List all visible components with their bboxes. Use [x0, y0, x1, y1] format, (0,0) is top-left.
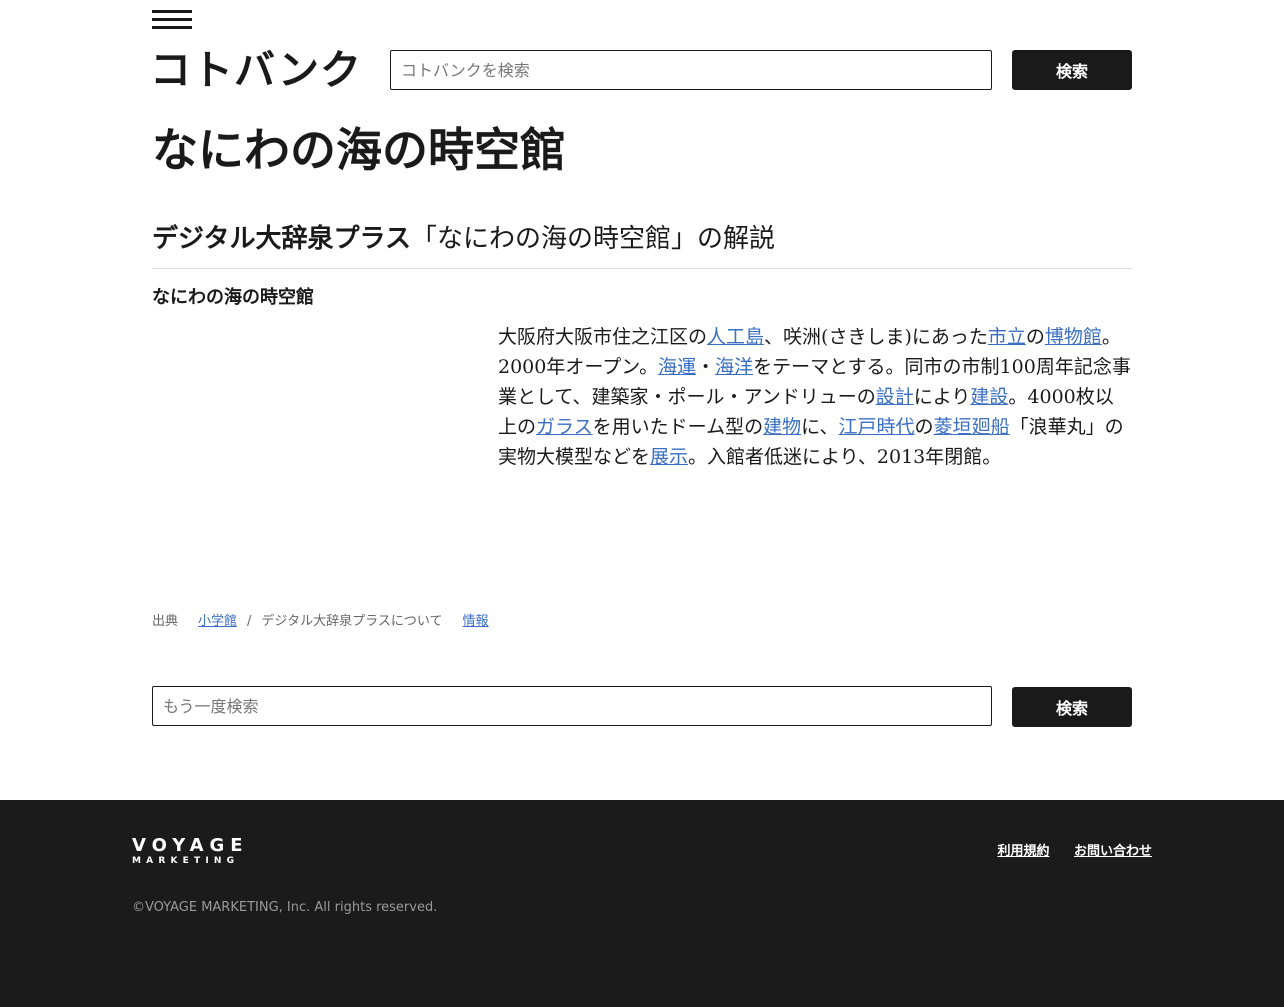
entry-term-link[interactable]: 海運 [658, 356, 696, 378]
info-link[interactable]: 情報 [463, 614, 489, 629]
source-separator: / [247, 614, 252, 629]
hamburger-line [152, 26, 192, 29]
entry-text: により [913, 386, 971, 408]
publisher-link[interactable]: 小学館 [198, 614, 237, 629]
entry-term-link[interactable]: 市立 [988, 326, 1026, 348]
source-credit: 出典 小学館 / デジタル大辞泉プラスについて 情報 [152, 612, 489, 632]
contact-link[interactable]: お問い合わせ [1074, 844, 1152, 859]
entry-text: ・ [696, 356, 716, 378]
hamburger-line [152, 10, 192, 13]
entry-text: を用いたドーム型の [592, 416, 764, 438]
hamburger-menu-icon[interactable] [152, 10, 192, 30]
terms-link[interactable]: 利用規約 [997, 844, 1049, 859]
entry-term-link[interactable]: 博物館 [1045, 326, 1102, 348]
hamburger-line [152, 18, 192, 21]
entry-text: 、咲洲(さきしま)にあった [764, 326, 988, 348]
entry-term-link[interactable]: 人工島 [707, 326, 764, 348]
entry-text: 。入館者低迷により、2013年閉館。 [688, 446, 1002, 468]
dictionary-about-text: デジタル大辞泉プラスについて [261, 614, 443, 629]
footer-logo-line1: VOYAGE [132, 835, 249, 856]
entry-term-link[interactable]: 海洋 [715, 356, 753, 378]
search-button[interactable]: 検索 [1012, 50, 1132, 90]
entry-text: の [914, 416, 934, 438]
bottom-search-input[interactable] [152, 686, 992, 726]
entry-text: の [1025, 326, 1045, 348]
footer-logo-line2: MARKETING [132, 856, 240, 866]
site-logo[interactable]: コトバンク [150, 44, 360, 96]
entry-term-link[interactable]: 江戸時代 [839, 416, 915, 438]
source-label: 出典 [152, 614, 179, 629]
search-input[interactable] [390, 50, 992, 90]
entry-term-link[interactable]: 建物 [763, 416, 801, 438]
entry-body: 大阪府大阪市住之江区の人工島、咲洲(さきしま)にあった市立の博物館。2000年オ… [498, 322, 1132, 472]
footer: VOYAGE MARKETING 利用規約 お問い合わせ ©VOYAGE MAR… [0, 800, 1284, 1007]
entry-term-link[interactable]: ガラス [536, 416, 593, 438]
entry-title: なにわの海の時空館 [152, 287, 314, 308]
entry-term-link[interactable]: 展示 [650, 446, 688, 468]
entry-text: 大阪府大阪市住之江区の [498, 326, 708, 348]
dictionary-heading: デジタル大辞泉プラス「なにわの海の時空館」の解説 [152, 220, 1132, 269]
voyage-marketing-logo[interactable]: VOYAGE MARKETING [132, 835, 262, 867]
entry-term-link[interactable]: 菱垣廻船 [934, 416, 1010, 438]
page-title: なにわの海の時空館 [152, 123, 566, 177]
copyright: ©VOYAGE MARKETING, Inc. All rights reser… [132, 900, 438, 915]
dictionary-name: デジタル大辞泉プラス [152, 224, 411, 254]
entry-term-link[interactable]: 設計 [876, 386, 914, 408]
entry-text: に、 [801, 416, 839, 438]
dictionary-heading-suffix: 「なにわの海の時空館」の解説 [410, 224, 775, 254]
footer-links: 利用規約 お問い合わせ [977, 840, 1152, 859]
entry-term-link[interactable]: 建設 [970, 386, 1008, 408]
bottom-search-button[interactable]: 検索 [1012, 687, 1132, 727]
